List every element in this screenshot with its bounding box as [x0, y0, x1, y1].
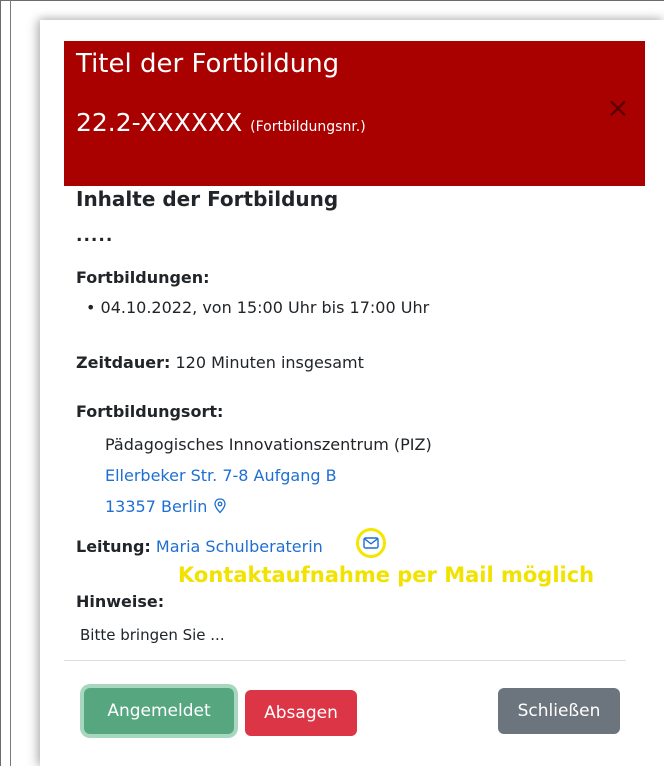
- lead-name-link[interactable]: Maria Schulberaterin: [156, 537, 323, 556]
- footer-divider: [64, 660, 626, 661]
- mail-icon-highlight: [356, 528, 386, 558]
- sessions-label: Fortbildungen:: [76, 268, 210, 287]
- content-placeholder: .....: [76, 226, 114, 246]
- location-name: Pädagogisches Innovationszentrum (PIZ): [105, 435, 432, 454]
- mail-icon[interactable]: [363, 534, 379, 553]
- bullet: •: [86, 298, 101, 317]
- duration-row: Zeitdauer: 120 Minuten insgesamt: [76, 353, 364, 372]
- backdrop-divider: [10, 0, 11, 766]
- location-city-row[interactable]: 13357 Berlin: [105, 497, 227, 518]
- content-heading: Inhalte der Fortbildung: [76, 187, 339, 211]
- map-pin-icon[interactable]: [213, 497, 227, 518]
- duration-label: Zeitdauer:: [76, 353, 171, 372]
- cancel-registration-button[interactable]: Absagen: [245, 690, 357, 736]
- session-date: 04.10.2022, von 15:00 Uhr bis 17:00 Uhr: [100, 298, 430, 317]
- course-number: 22.2-XXXXXX (Fortbildungsnr.): [76, 106, 366, 144]
- mail-annotation: Kontaktaufnahme per Mail möglich: [178, 563, 595, 587]
- course-number-value: 22.2-XXXXXX: [76, 108, 243, 137]
- lead-row: Leitung: Maria Schulberaterin: [76, 537, 323, 556]
- notes-label: Hinweise:: [76, 592, 165, 611]
- location-city-link[interactable]: 13357 Berlin: [105, 497, 207, 516]
- modal-header: Titel der Fortbildung 22.2-XXXXXX (Fortb…: [64, 41, 645, 186]
- close-button[interactable]: Schließen: [498, 688, 620, 734]
- location-street-link[interactable]: Ellerbeker Str. 7-8 Aufgang B: [105, 466, 337, 485]
- session-list-item: • 04.10.2022, von 15:00 Uhr bis 17:00 Uh…: [86, 298, 429, 317]
- notes-value: Bitte bringen Sie ...: [80, 626, 225, 644]
- location-label: Fortbildungsort:: [76, 402, 224, 421]
- close-icon[interactable]: ×: [605, 94, 631, 122]
- duration-value: 120 Minuten insgesamt: [175, 353, 364, 372]
- registered-button[interactable]: Angemeldet: [84, 688, 234, 734]
- modal-title: Titel der Fortbildung: [76, 49, 340, 79]
- course-number-hint: (Fortbildungsnr.): [250, 119, 366, 135]
- lead-label: Leitung:: [76, 537, 151, 556]
